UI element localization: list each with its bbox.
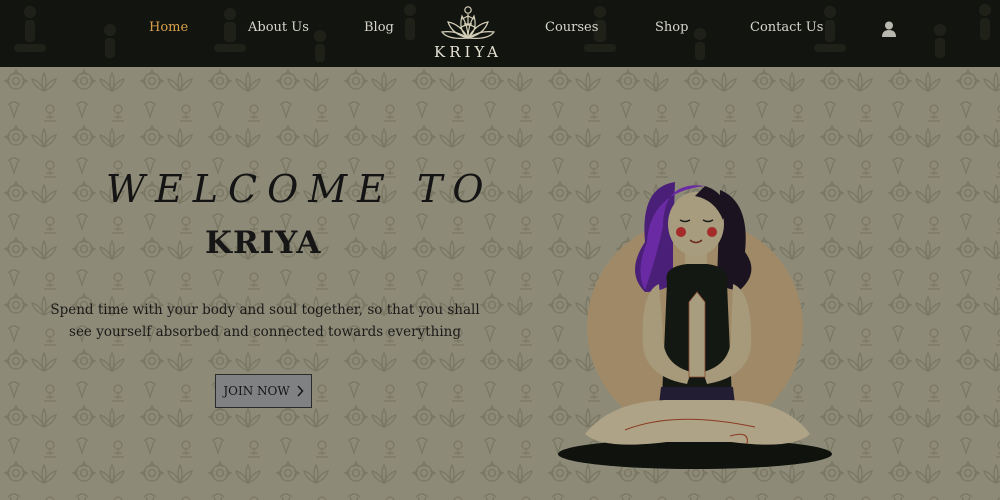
top-navbar: Home About Us Blog KRIYA Courses Shop Co…	[0, 0, 1000, 67]
user-icon[interactable]	[880, 20, 898, 38]
nav-shop-link[interactable]: Shop	[655, 20, 688, 38]
lotus-meditation-icon	[440, 6, 496, 40]
welcome-heading: WELCOME TO	[106, 167, 494, 211]
nav-contact-link[interactable]: Contact Us	[750, 20, 823, 38]
nav-blog-link[interactable]: Blog	[364, 20, 394, 38]
brand-heading: KRIYA	[205, 225, 322, 261]
join-now-button[interactable]: JOIN NOW	[215, 374, 312, 408]
hero-description: Spend time with your body and soul toget…	[50, 302, 480, 340]
join-now-label: JOIN NOW	[223, 384, 290, 398]
nav-courses-link[interactable]: Courses	[545, 20, 598, 38]
chevron-right-icon	[297, 385, 304, 397]
mandala-background-pattern	[0, 67, 1000, 500]
meditating-woman-illustration	[558, 182, 832, 469]
nav-about-link[interactable]: About Us	[248, 20, 309, 38]
kriya-logo[interactable]: KRIYA	[428, 0, 508, 67]
hero-section: WELCOME TO KRIYA Spend time with your bo…	[0, 67, 1000, 500]
nav-home-link[interactable]: Home	[149, 20, 188, 38]
logo-text: KRIYA	[434, 43, 502, 61]
